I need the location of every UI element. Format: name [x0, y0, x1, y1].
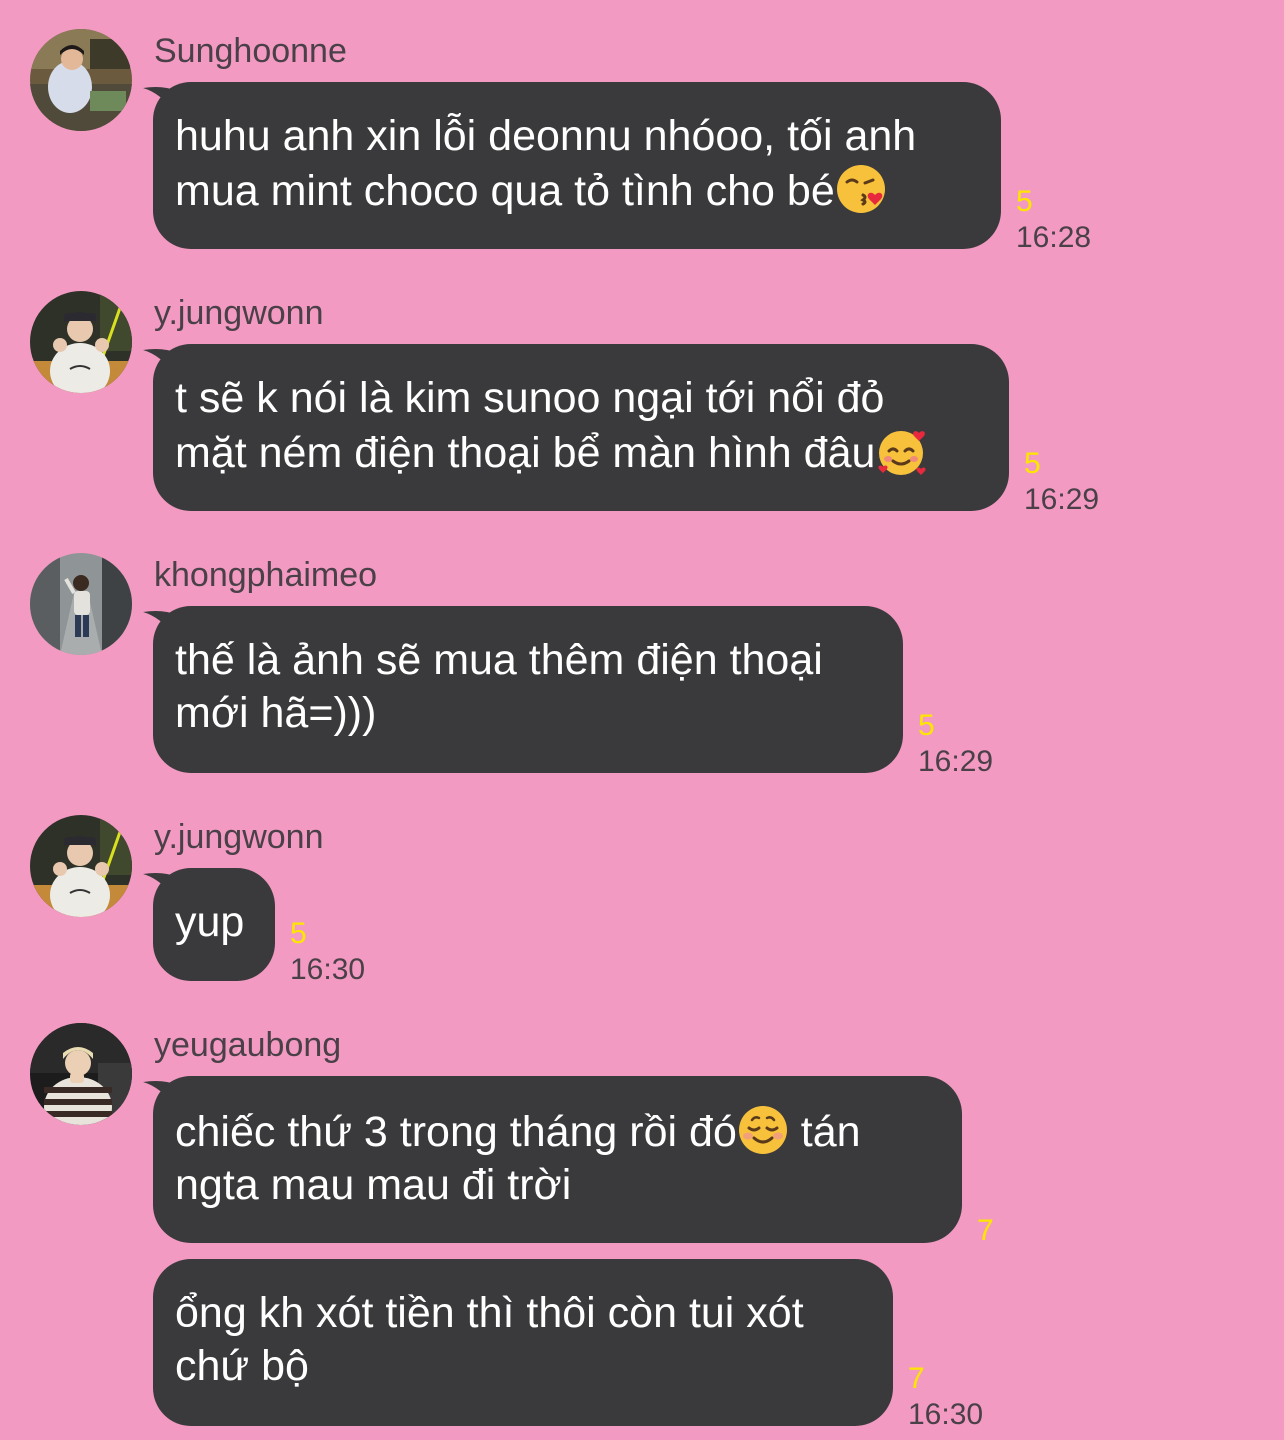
avatar-y-jungwonn[interactable]	[30, 291, 132, 393]
message-bubble[interactable]: thế là ảnh sẽ mua thêm điện thoại mới hã…	[153, 606, 903, 773]
message-text-line: t sẽ k nói là kim sunoo ngại tới nổi đỏ	[175, 374, 885, 422]
message-timestamp: 16:30	[290, 953, 366, 986]
message-text-line: mới hã=)))	[175, 689, 377, 737]
message-text-line: chiếc thứ 3 trong tháng rồi đó tán	[175, 1104, 940, 1159]
smiling-face-with-hearts-emoji	[875, 425, 927, 477]
message-bubble[interactable]: huhu anh xin lỗi deonnu nhóoo, tối anh m…	[153, 82, 1001, 249]
unread-count: 7	[977, 1214, 994, 1247]
unread-count: 5	[1016, 185, 1033, 218]
message-bubble[interactable]: t sẽ k nói là kim sunoo ngại tới nổi đỏ …	[153, 344, 1009, 511]
message-text-line: yup	[175, 898, 245, 946]
sender-name: y.jungwonn	[154, 294, 324, 332]
avatar-sunghoonne[interactable]	[30, 29, 132, 131]
avatar-y-jungwonn[interactable]	[30, 815, 132, 917]
message-text-line: mua mint choco qua tỏ tình cho bé	[175, 163, 979, 218]
avatar-yeugaubong[interactable]	[30, 1023, 132, 1125]
message-timestamp: 16:29	[918, 745, 994, 778]
sender-name: Sunghoonne	[154, 32, 347, 70]
sender-name: y.jungwonn	[154, 818, 324, 856]
sender-name: khongphaimeo	[154, 556, 378, 594]
unread-count: 5	[918, 709, 935, 742]
smiling-face-emoji	[737, 1104, 789, 1156]
message-text-line: ổng kh xót tiền thì thôi còn tui xót	[175, 1289, 804, 1337]
message-timestamp: 16:28	[1016, 221, 1092, 254]
message-text-line: thế là ảnh sẽ mua thêm điện thoại	[175, 636, 823, 684]
message-bubble[interactable]: chiếc thứ 3 trong tháng rồi đó tán ngta …	[153, 1076, 962, 1243]
message-text-line: ngta mau mau đi trời	[175, 1161, 572, 1209]
message-timestamp: 16:30	[908, 1398, 984, 1431]
sender-name: yeugaubong	[154, 1026, 342, 1064]
unread-count: 7	[908, 1362, 925, 1395]
unread-count: 5	[290, 917, 307, 950]
message-text-line: huhu anh xin lỗi deonnu nhóoo, tối anh	[175, 112, 917, 160]
message-bubble[interactable]: yup	[153, 868, 275, 981]
message-timestamp: 16:29	[1024, 483, 1100, 516]
message-bubble[interactable]: ổng kh xót tiền thì thôi còn tui xót chứ…	[153, 1259, 893, 1426]
message-text-line: chứ bộ	[175, 1342, 309, 1390]
message-text-line: mặt ném điện thoại bể màn hình đâu	[175, 425, 987, 480]
avatar-khongphaimeo[interactable]	[30, 553, 132, 655]
face-blowing-kiss-emoji	[835, 163, 887, 215]
unread-count: 5	[1024, 447, 1041, 480]
